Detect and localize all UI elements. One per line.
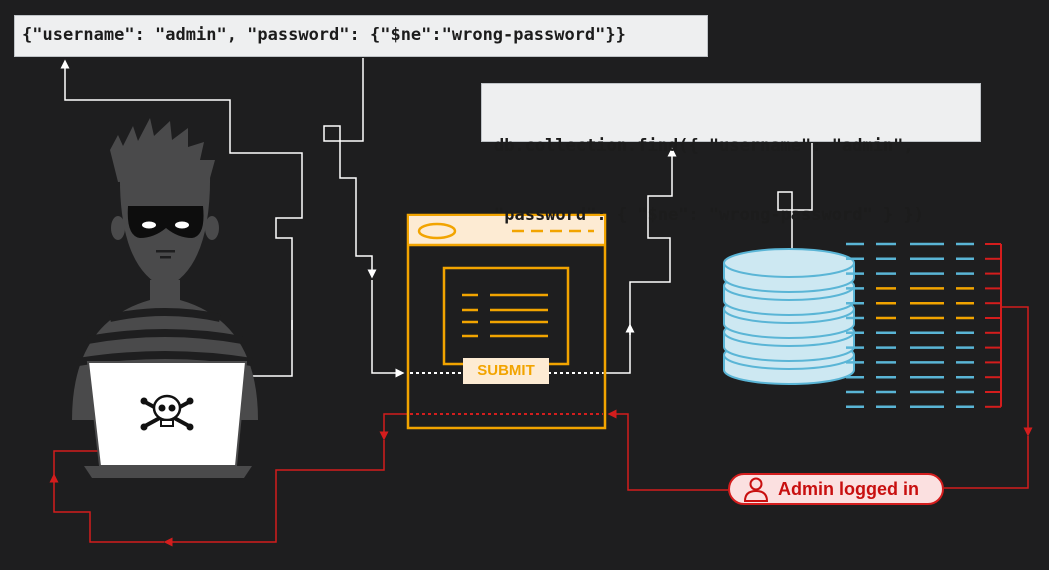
query-line-2: "password": { "$ne": "wrong-password" } … bbox=[494, 205, 924, 225]
database-icon bbox=[723, 248, 855, 385]
submit-button[interactable]: SUBMIT bbox=[463, 358, 549, 384]
user-icon bbox=[742, 476, 770, 502]
query-line-1: db.collection.find({ "username": "admin"… bbox=[494, 136, 914, 156]
status-badge: Admin logged in bbox=[728, 473, 944, 505]
database-records bbox=[846, 242, 1002, 409]
database-query: db.collection.find({ "username": "admin"… bbox=[481, 83, 981, 225]
injection-payload: {"username": "admin", "password": {"$ne"… bbox=[14, 15, 708, 57]
status-text: Admin logged in bbox=[778, 478, 919, 499]
